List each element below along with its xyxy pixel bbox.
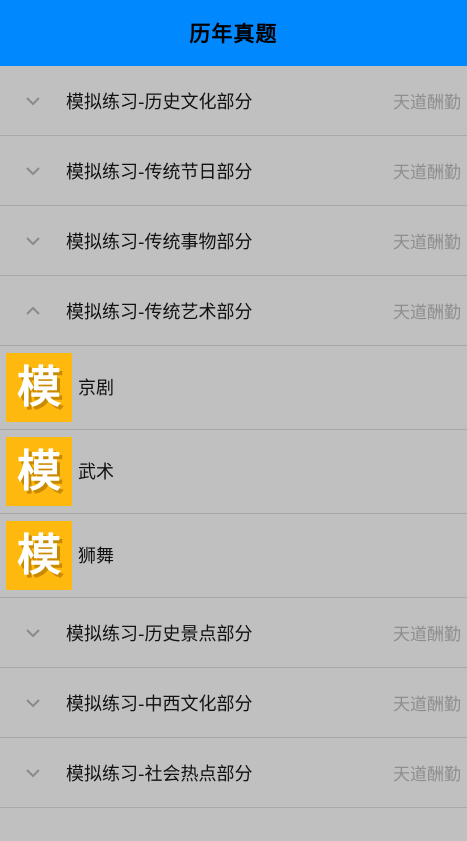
group-title: 模拟练习-传统事物部分 [66, 231, 253, 253]
group-meta: 天道酬勤 [393, 233, 461, 253]
list-item-martial-arts[interactable]: 模 武术 [0, 430, 467, 514]
chevron-down-icon [0, 136, 66, 205]
group-meta: 天道酬勤 [393, 303, 461, 323]
mock-exam-icon: 模 [6, 437, 72, 506]
group-row-historic-sites[interactable]: 模拟练习-历史景点部分 天道酬勤 [0, 598, 467, 668]
group-row-traditional-arts[interactable]: 模拟练习-传统艺术部分 天道酬勤 [0, 276, 467, 346]
chevron-down-icon [0, 738, 66, 807]
group-row-social-hot-topics[interactable]: 模拟练习-社会热点部分 天道酬勤 [0, 738, 467, 808]
group-title: 模拟练习-中西文化部分 [66, 693, 253, 715]
list-item-lion-dance[interactable]: 模 狮舞 [0, 514, 467, 598]
list-item-label: 京剧 [78, 377, 114, 399]
group-row-traditional-festivals[interactable]: 模拟练习-传统节日部分 天道酬勤 [0, 136, 467, 206]
group-meta: 天道酬勤 [393, 163, 461, 183]
group-meta: 天道酬勤 [393, 695, 461, 715]
app-header: 历年真题 [0, 0, 467, 66]
app-root: 历年真题 模拟练习-历史文化部分 天道酬勤 模拟练习-传统节日部分 天道酬勤 模… [0, 0, 467, 841]
group-title: 模拟练习-社会热点部分 [66, 763, 253, 785]
list-item-label: 武术 [78, 461, 114, 483]
list-item-peking-opera[interactable]: 模 京剧 [0, 346, 467, 430]
group-row-history-culture[interactable]: 模拟练习-历史文化部分 天道酬勤 [0, 66, 467, 136]
mock-exam-icon: 模 [6, 521, 72, 590]
expandable-list: 模拟练习-历史文化部分 天道酬勤 模拟练习-传统节日部分 天道酬勤 模拟练习-传… [0, 66, 467, 808]
page-title: 历年真题 [189, 22, 278, 46]
group-meta: 天道酬勤 [393, 625, 461, 645]
chevron-down-icon [0, 598, 66, 667]
group-row-chinese-western-culture[interactable]: 模拟练习-中西文化部分 天道酬勤 [0, 668, 467, 738]
chevron-down-icon [0, 668, 66, 737]
mock-exam-icon: 模 [6, 353, 72, 422]
chevron-down-icon [0, 206, 66, 275]
group-row-traditional-things[interactable]: 模拟练习-传统事物部分 天道酬勤 [0, 206, 467, 276]
list-item-label: 狮舞 [78, 545, 114, 567]
chevron-up-icon [0, 276, 66, 345]
group-title: 模拟练习-历史景点部分 [66, 623, 253, 645]
chevron-down-icon [0, 66, 66, 135]
group-meta: 天道酬勤 [393, 765, 461, 785]
group-title: 模拟练习-传统艺术部分 [66, 301, 253, 323]
group-meta: 天道酬勤 [393, 93, 461, 113]
group-title: 模拟练习-历史文化部分 [66, 91, 253, 113]
group-title: 模拟练习-传统节日部分 [66, 161, 253, 183]
